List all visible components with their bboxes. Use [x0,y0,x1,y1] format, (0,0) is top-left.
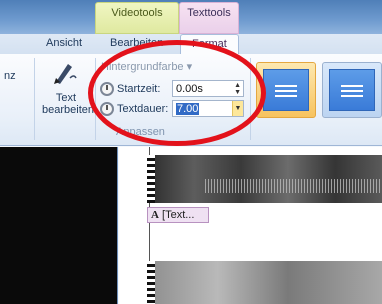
background-color-label: Hintergrundfarbe [101,61,184,73]
audio-waveform [205,179,382,193]
text-clip-icon: A [151,209,159,221]
start-time-input[interactable]: 0.00s ▲ ▼ [172,80,244,97]
text-clip[interactable]: A [Text... [147,207,209,223]
edit-text-button[interactable]: Text bearbeiten [42,92,94,116]
tab-bearbeiten[interactable]: Bearbeiten [110,37,163,49]
film-sprocket [147,261,155,304]
left-group-label: nz [4,70,16,82]
ribbon-tab-row: Ansicht Bearbeiten Format [0,34,382,55]
text-duration-input[interactable]: 7.00 ▼ [172,100,244,117]
group-separator [250,58,251,140]
texttools-context-tab[interactable]: Texttools [179,2,239,34]
storyboard-timeline[interactable]: A [Text... [119,147,382,304]
align-center-preview [329,69,375,111]
edit-text-icon [54,64,77,84]
clock-icon [100,102,114,116]
text-clip-label: [Text... [162,209,195,221]
group-separator [34,58,35,140]
spinner-arrows-icon[interactable]: ▲ ▼ [234,82,241,96]
text-duration-label: Textdauer: [117,103,169,115]
start-time-label: Startzeit: [117,83,161,95]
align-lines-icon [341,85,363,100]
title-bar: Videotools Texttools [0,0,382,34]
align-lines-icon [275,85,297,100]
film-sprocket [147,155,155,203]
align-left-button[interactable] [256,62,316,118]
video-preview[interactable] [0,147,118,304]
texttools-label: Texttools [187,7,231,19]
start-time-value: 0.00s [176,83,203,95]
align-center-button[interactable] [322,62,382,118]
align-left-preview [263,69,309,111]
tab-ansicht[interactable]: Ansicht [46,37,82,49]
text-duration-value: 7.00 [176,103,200,115]
video-clip-2[interactable] [147,261,382,304]
background-color-dropdown[interactable]: Hintergrundfarbe ▾ [101,60,192,73]
videotools-label: Videotools [111,7,163,19]
dropdown-arrow-icon[interactable]: ▼ [232,101,243,116]
ribbon-panel: nz Text bearbeiten Hintergrundfarbe ▾ St… [0,54,382,146]
clock-icon [100,82,114,96]
group-separator [95,58,96,140]
adjust-group-label: Anpassen [116,126,165,138]
tab-format[interactable]: Format [180,34,239,55]
videotools-context-tab[interactable]: Videotools [95,2,179,34]
